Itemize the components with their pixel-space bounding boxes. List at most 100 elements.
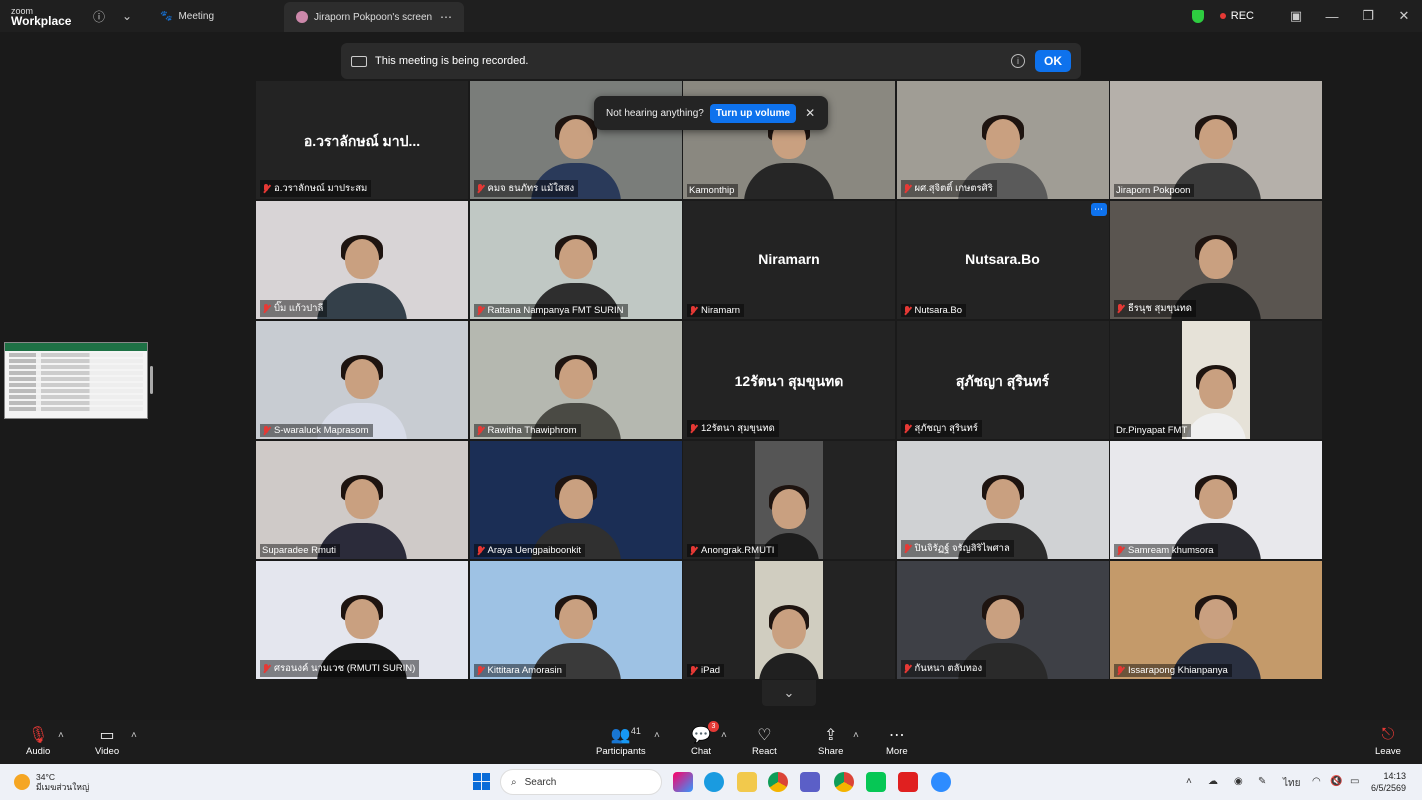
participant-tile[interactable]: สุภัชญา สุรินทร์ สุภัชญา สุรินทร์ [896,321,1109,439]
participant-name-label: 12รัตนา สุมขุนทด [687,420,779,437]
participant-tile[interactable]: ผศ.สุจิตติ์ เกษตรศิริ [896,81,1109,199]
participant-tile[interactable]: Nutsara.Bo ⋯ Nutsara.Bo [896,201,1109,319]
security-shield-icon[interactable] [1191,9,1204,23]
participant-name: ผศ.สุจิตติ์ เกษตรศิริ [914,183,993,194]
chevron-down-icon[interactable]: ⌄ [116,5,138,27]
tab-shared-screen[interactable]: Jiraporn Pokpoon's screen ⋯ [284,2,465,32]
audio-button[interactable]: 🎙 Audio [26,724,50,757]
chat-button[interactable]: 💬 3 Chat [691,721,719,757]
share-options-caret[interactable]: ˄ [853,730,859,741]
participant-tile[interactable]: 12รัตนา สุมขุนทด 12รัตนา สุมขุนทด [683,321,895,439]
participant-tile[interactable]: อ.วราลักษณ์ มาป... อ.วราลักษณ์ มาประสม [256,81,468,199]
participant-tile[interactable]: Dr.Pinyapat FMT [1110,321,1322,439]
wifi-icon[interactable]: ◠ [1312,776,1321,787]
video-button[interactable]: ▭ Video [95,724,119,757]
participant-tile[interactable]: ปินจิรัฏฐ์ จรัญสิริไพศาล [896,441,1109,559]
info-icon[interactable]: i [1011,54,1025,68]
audio-options-caret[interactable]: ˄ [58,730,64,741]
more-button[interactable]: ⋯ More [886,724,908,757]
battery-icon[interactable]: ▭ [1350,776,1359,787]
recording-banner: This meeting is being recorded. i OK [341,43,1081,79]
more-options-icon[interactable]: ⋯ [440,10,452,24]
participant-name-label: Kamonthip [687,184,739,197]
participant-name: Rattana Nampanya FMT SURIN [487,305,624,316]
participant-tile[interactable]: S-waraluck Maprasom [256,321,468,439]
participants-options-caret[interactable]: ˄ [654,730,660,741]
mic-muted-icon [262,663,270,674]
teams-icon[interactable] [800,772,820,792]
taskbar-search[interactable]: ⌕ Search [500,769,662,795]
close-icon[interactable]: ✕ [805,106,815,120]
participant-name-label: สุภัชญา สุรินทร์ [900,420,982,437]
participant-tile[interactable]: กันหนา ตลับทอง [896,561,1109,679]
thumbnail-drag-handle[interactable] [150,366,153,394]
participant-tile[interactable]: Kittitara Amorasin [469,561,682,679]
participant-name: Kittitara Amorasin [487,665,562,676]
chrome-profile-icon[interactable] [834,772,854,792]
participant-tile[interactable]: Suparadee Rmuti [256,441,468,559]
react-button[interactable]: ♡ React [752,724,777,757]
tab-meeting[interactable]: 🐾 Meeting [148,0,226,32]
view-layout-icon[interactable]: ▣ [1278,0,1314,32]
mic-muted-icon [476,183,484,194]
restore-icon[interactable]: ❐ [1350,0,1386,32]
participant-tile[interactable]: Samream khumsora [1110,441,1322,559]
participant-tile[interactable]: Issarapong Khianpanya [1110,561,1322,679]
mic-muted-icon [689,423,697,434]
gallery-collapse-button[interactable]: ⌄ [762,680,816,706]
line-icon[interactable] [866,772,886,792]
participant-tile[interactable]: Jiraporn Pokpoon [1110,81,1322,199]
participant-tile[interactable]: ศรอนงค์ นามเวช (RMUTI SURIN) [256,561,468,679]
start-button[interactable] [473,773,490,790]
mic-muted-icon [689,545,697,556]
participant-tile[interactable]: Rawitha Thawiphrom [469,321,682,439]
clock[interactable]: 14:13 6/5/2569 [1371,770,1406,794]
ok-button[interactable]: OK [1035,50,1071,72]
chat-options-caret[interactable]: ˄ [721,730,727,741]
chevron-up-icon[interactable]: ˄ [1186,776,1192,787]
video-gallery: อ.วราลักษณ์ มาป... อ.วราลักษณ์ มาประสม คมจ… [256,81,1322,681]
copilot-icon[interactable] [673,772,693,792]
zoom-app-icon[interactable] [931,772,951,792]
video-options-caret[interactable]: ˄ [131,730,137,741]
participant-name: Issarapong Khianpanya [1128,665,1228,676]
mic-muted-icon [903,305,911,316]
close-icon[interactable]: ✕ [1386,0,1422,32]
pen-icon[interactable]: ✎ [1258,776,1266,787]
file-explorer-icon[interactable] [737,772,757,792]
participants-button[interactable]: 👥 41 Participants [596,724,646,757]
minimize-icon[interactable]: — [1314,0,1350,32]
zoom-tray-icon[interactable]: ◉ [1234,776,1243,787]
participant-name-label: Jiraporn Pokpoon [1114,184,1195,197]
shared-screen-thumbnail[interactable] [4,342,148,419]
participant-tile[interactable]: iPad [683,561,895,679]
speaker-muted-icon[interactable]: 🔇 [1330,776,1342,787]
pdf-reader-icon[interactable] [898,772,918,792]
participant-silhouette [317,235,407,319]
chrome-icon[interactable] [768,772,788,792]
edge-icon[interactable] [704,772,724,792]
participant-name-label: อ.วราลักษณ์ มาประสม [260,180,372,197]
participant-tile[interactable]: Araya Uengpaiboonkit [469,441,682,559]
participant-tile[interactable]: Niramarn Niramarn [683,201,895,319]
share-button[interactable]: ⇪ Share [818,724,843,757]
turn-up-volume-button[interactable]: Turn up volume [709,103,797,123]
weather-widget[interactable]: 34°C มีเมฆส่วนใหญ่ [14,772,89,792]
language-indicator[interactable]: ไทย [1283,776,1300,791]
participant-tile[interactable]: บิ๊ม แก้วปาลี [256,201,468,319]
mic-muted-icon [476,545,484,556]
info-icon[interactable]: ⓘ [88,5,110,27]
participant-name: คมจ ธนภัทร แม้ใสสง [487,183,575,194]
participant-tile[interactable]: Rattana Nampanya FMT SURIN [469,201,682,319]
tile-more-options-button[interactable]: ⋯ [1090,203,1107,216]
recording-indicator[interactable]: REC [1219,10,1254,22]
participant-name-label: Kittitara Amorasin [473,664,566,677]
cloud-icon[interactable]: ☁ [1208,776,1218,787]
participant-name: Suparadee Rmuti [262,545,336,556]
participant-video [1110,561,1322,679]
participant-name-label: คมจ ธนภัทร แม้ใสสง [473,180,579,197]
participant-name: Samream khumsora [1128,545,1214,556]
participant-tile[interactable]: ธีรนุช สุมขุนทด [1110,201,1322,319]
participant-tile[interactable]: Anongrak.RMUTI [683,441,895,559]
leave-button[interactable]: ⎋ Leave [1375,724,1401,757]
